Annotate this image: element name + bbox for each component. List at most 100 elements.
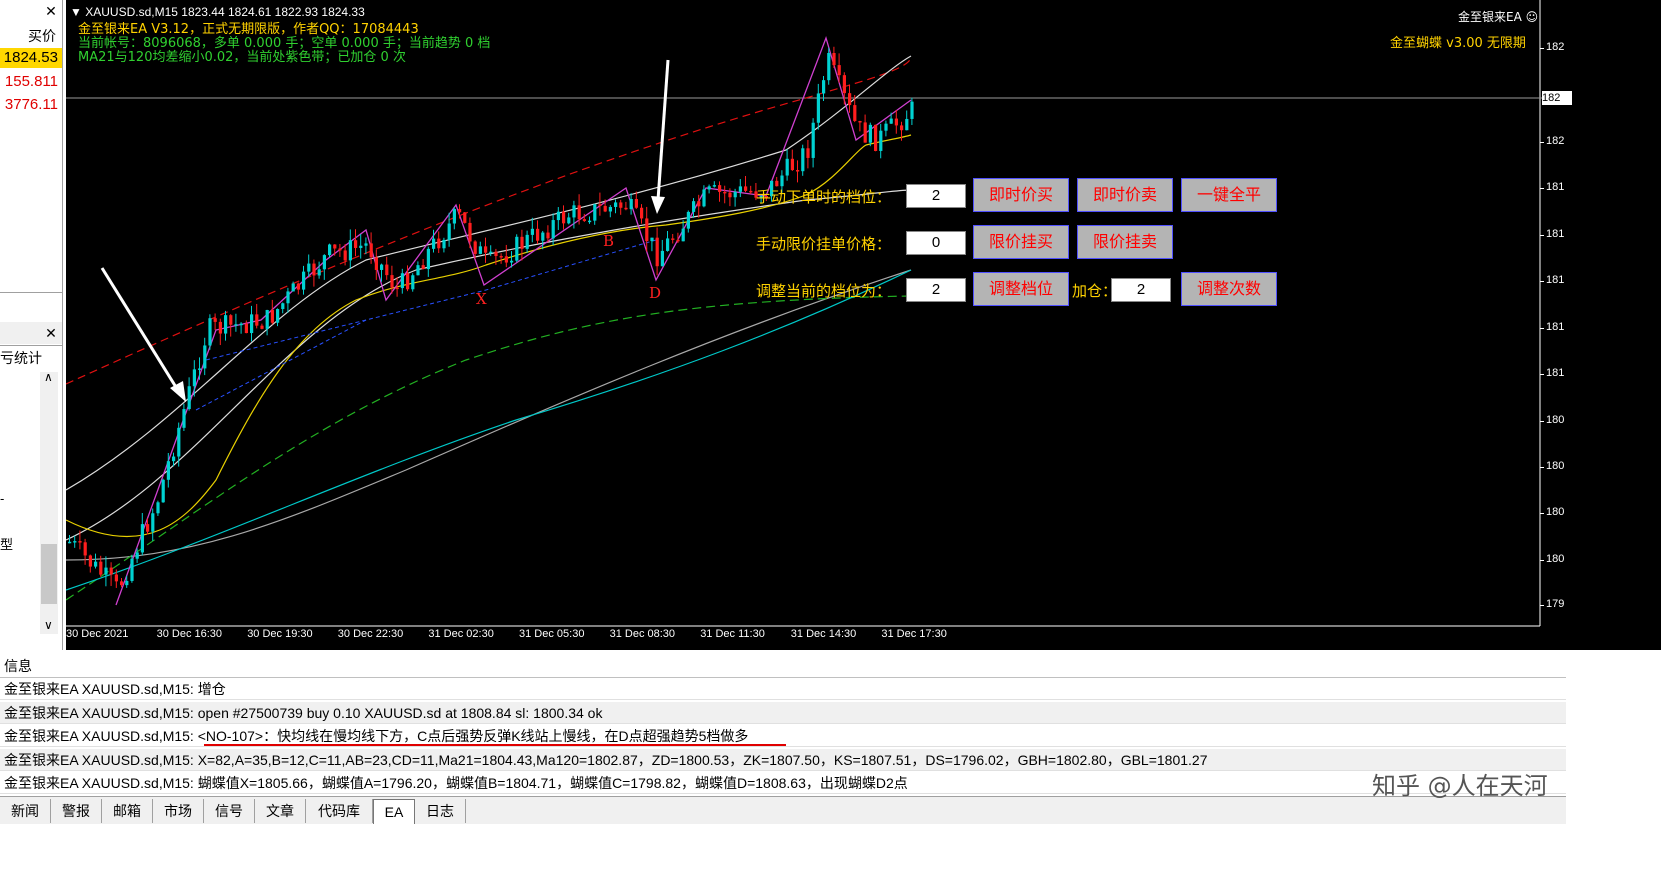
candle-body bbox=[333, 244, 337, 249]
tab-market[interactable]: 市场 bbox=[153, 799, 204, 823]
chevron-down-icon[interactable]: ∨ bbox=[44, 618, 53, 632]
tab-journal[interactable]: 日志 bbox=[415, 799, 466, 823]
candle-body bbox=[260, 325, 264, 329]
candle-body bbox=[99, 561, 103, 575]
price-tick bbox=[1540, 421, 1544, 422]
candle-body bbox=[354, 240, 358, 248]
log-row[interactable]: 金至银来EA XAUUSD.sd,M15: 增仓 bbox=[0, 678, 1566, 700]
smiley-icon: ☺ bbox=[1525, 10, 1539, 24]
candle-body bbox=[874, 124, 878, 151]
price-row[interactable]: 155.811 bbox=[0, 72, 62, 92]
candle-body bbox=[291, 283, 295, 292]
price-row[interactable]: 3776.11 bbox=[0, 95, 62, 115]
candle-body bbox=[125, 580, 129, 586]
scroll-thumb[interactable] bbox=[41, 544, 57, 604]
bid-column-header[interactable]: 买价 bbox=[0, 26, 60, 46]
sell-now-button[interactable]: 即时价卖 bbox=[1077, 178, 1173, 212]
tab-signals[interactable]: 信号 bbox=[204, 799, 255, 823]
level-input[interactable]: 2 bbox=[906, 184, 966, 208]
candle-body bbox=[520, 236, 524, 249]
chevron-up-icon[interactable]: ∧ bbox=[44, 370, 53, 384]
candle-body bbox=[796, 170, 800, 172]
limit-price-input[interactable]: 0 bbox=[906, 231, 966, 255]
price-chart[interactable]: ▼ XAUUSD.sd,M15 1823.44 1824.61 1822.93 … bbox=[66, 0, 1661, 650]
time-tick-label: 30 Dec 2021 bbox=[66, 628, 129, 640]
price-tick-label: 181 bbox=[1546, 321, 1565, 333]
tab-news[interactable]: 新闻 bbox=[0, 799, 51, 823]
symbol-line: XAUUSD.sd,M15 1823.44 1824.61 1822.93 18… bbox=[85, 5, 365, 19]
pattern-label-d: D bbox=[649, 284, 662, 302]
candle-body bbox=[723, 191, 727, 194]
candle-body bbox=[827, 52, 831, 81]
adjust-level-button[interactable]: 调整档位 bbox=[973, 272, 1069, 306]
row3-label: 调整当前的档位为： bbox=[756, 282, 892, 300]
candles bbox=[68, 46, 914, 588]
candle-body bbox=[894, 118, 898, 126]
candle-body bbox=[255, 314, 259, 326]
price-tick bbox=[1540, 235, 1544, 236]
price-tick bbox=[1540, 188, 1544, 189]
adjust-count-button[interactable]: 调整次数 bbox=[1181, 272, 1277, 306]
candle-body bbox=[640, 207, 644, 219]
candle-body bbox=[348, 240, 352, 261]
tab-mailbox[interactable]: 邮箱 bbox=[102, 799, 153, 823]
time-tick-label: 31 Dec 08:30 bbox=[609, 628, 676, 640]
candle-body bbox=[619, 202, 623, 208]
limit-sell-button[interactable]: 限价挂卖 bbox=[1077, 225, 1173, 259]
price-tick-label: 180 bbox=[1546, 460, 1565, 472]
log-row[interactable]: 金至银来EA XAUUSD.sd,M15: X=82,A=35,B=12,C=1… bbox=[0, 749, 1566, 771]
add-count-input[interactable]: 2 bbox=[1111, 278, 1171, 302]
candle-body bbox=[473, 241, 477, 254]
price-row[interactable]: 1824.53 bbox=[0, 48, 62, 68]
pattern-label-x: X bbox=[476, 290, 487, 308]
tab-code-base[interactable]: 代码库 bbox=[306, 799, 373, 823]
candle-body bbox=[416, 265, 420, 276]
candle-body bbox=[536, 228, 540, 241]
candle-body bbox=[161, 479, 165, 503]
candle-body bbox=[281, 303, 285, 310]
log-row[interactable]: 金至银来EA XAUUSD.sd,M15: open #27500739 buy… bbox=[0, 702, 1566, 724]
log-row[interactable]: 金至银来EA XAUUSD.sd,M15: 蝴蝶值X=1805.66，蝴蝶值A=… bbox=[0, 772, 1566, 794]
adjust-level-input[interactable]: 2 bbox=[906, 278, 966, 302]
terminal-header[interactable]: 信息 bbox=[4, 656, 32, 676]
time-tick-label: 30 Dec 22:30 bbox=[337, 628, 404, 640]
price-tick bbox=[1540, 142, 1544, 143]
time-tick-label: 31 Dec 11:30 bbox=[700, 628, 765, 640]
tab-ea[interactable]: EA bbox=[373, 799, 415, 824]
ea-version: 金至蝴蝶 v3.00 无限期 bbox=[1390, 36, 1526, 51]
candle-body bbox=[562, 211, 566, 224]
candle-body bbox=[114, 574, 118, 582]
candle-body bbox=[140, 524, 144, 553]
candle-body bbox=[484, 246, 488, 253]
candle-body bbox=[692, 201, 696, 212]
price-tick bbox=[1540, 374, 1544, 375]
chart-canvas[interactable] bbox=[66, 0, 1661, 650]
candle-body bbox=[317, 269, 321, 276]
candle-body bbox=[853, 105, 857, 121]
time-tick-label: 30 Dec 19:30 bbox=[247, 628, 313, 640]
candle-body bbox=[343, 250, 347, 261]
candle-body bbox=[468, 222, 472, 242]
candle-body bbox=[510, 260, 514, 263]
candle-body bbox=[437, 238, 441, 249]
scrollbar[interactable]: ∧ ∨ bbox=[40, 370, 58, 634]
limit-buy-button[interactable]: 限价挂买 bbox=[973, 225, 1069, 259]
candle-body bbox=[463, 212, 467, 223]
candle-body bbox=[369, 243, 373, 258]
chevron-down-icon[interactable]: ▼ bbox=[70, 5, 82, 19]
navigator-label[interactable]: 亏统计 bbox=[0, 348, 42, 368]
close-all-button[interactable]: 一键全平 bbox=[1181, 178, 1277, 212]
candle-body bbox=[889, 118, 893, 124]
tab-articles[interactable]: 文章 bbox=[255, 799, 306, 823]
tab-alerts[interactable]: 警报 bbox=[51, 799, 102, 823]
candle-body bbox=[203, 345, 207, 369]
candle-body bbox=[234, 324, 238, 326]
close-icon[interactable]: ✕ bbox=[44, 4, 58, 18]
candle-body bbox=[364, 243, 368, 246]
close-icon[interactable]: ✕ bbox=[44, 326, 58, 340]
candle-body bbox=[598, 204, 602, 206]
row1-label: 手动下单时的档位： bbox=[756, 188, 892, 206]
buy-now-button[interactable]: 即时价买 bbox=[973, 178, 1069, 212]
candle-body bbox=[192, 369, 196, 387]
candle-body bbox=[432, 238, 436, 249]
